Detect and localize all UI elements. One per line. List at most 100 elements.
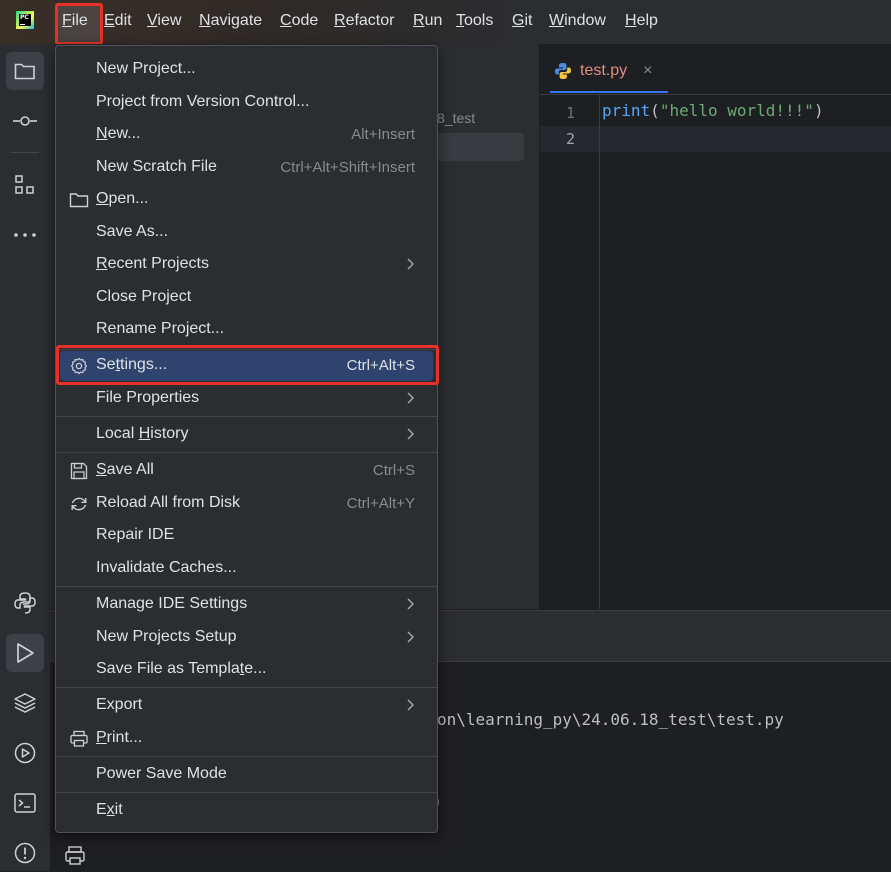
menu-item-rename-project[interactable]: Rename Project...	[60, 315, 433, 345]
chevron-right-icon	[407, 598, 414, 610]
editor-tab-test-py[interactable]: test.py ×	[554, 60, 652, 82]
line-number: 1	[565, 104, 575, 122]
chevron-right-icon	[407, 428, 414, 440]
menu-window[interactable]: Window	[549, 11, 606, 31]
printer-icon	[70, 730, 88, 747]
menu-item-new-scratch-file[interactable]: New Scratch File Ctrl+Alt+Shift+Insert	[60, 153, 433, 183]
more-dots-icon	[14, 233, 36, 237]
menu-item-manage-ide-settings[interactable]: Manage IDE Settings	[60, 590, 433, 620]
menu-item-label: Close Project	[96, 288, 192, 305]
settings-highlight-box	[56, 345, 439, 385]
menu-navigate[interactable]: Navigate	[199, 11, 262, 31]
menu-git[interactable]: Git	[512, 11, 532, 31]
menu-item-new-projects-setup[interactable]: New Projects Setup	[60, 623, 433, 653]
project-tool-button[interactable]	[6, 52, 44, 90]
menu-item-save-as[interactable]: Save As...	[60, 218, 433, 248]
menu-item-invalidate-caches[interactable]: Invalidate Caches...	[60, 554, 433, 584]
menu-item-exit[interactable]: Exit	[60, 796, 433, 826]
reload-icon	[71, 497, 87, 511]
menu-item-label: Export	[96, 696, 143, 713]
terminal-tool-button[interactable]	[6, 784, 44, 822]
pycharm-logo-icon[interactable]: PC	[16, 11, 34, 29]
menu-item-open[interactable]: Open...	[60, 185, 433, 215]
code-paren-token: )	[813, 101, 824, 120]
save-icon	[70, 462, 88, 480]
left-tool-strip	[0, 44, 51, 871]
chevron-right-icon	[407, 258, 414, 270]
terminal-icon	[14, 793, 36, 813]
menu-item-shortcut: Ctrl+Alt+Shift+Insert	[280, 159, 415, 176]
printer-icon	[65, 846, 85, 865]
menu-run[interactable]: Run	[413, 11, 442, 31]
layers-tool-button[interactable]	[6, 684, 44, 722]
menu-item-file-properties[interactable]: File Properties	[60, 384, 433, 414]
services-tool-button[interactable]	[6, 734, 44, 772]
problems-tool-button[interactable]	[6, 834, 44, 872]
menu-item-close-project[interactable]: Close Project	[60, 283, 433, 313]
menu-item-repair-ide[interactable]: Repair IDE	[60, 521, 433, 551]
menu-item-save-file-as-template[interactable]: Save File as Template...	[60, 655, 433, 685]
menu-item-label: Reload All from Disk	[96, 494, 241, 511]
python-console-button[interactable]	[6, 584, 44, 622]
layers-icon	[14, 693, 36, 713]
menu-separator	[56, 792, 437, 793]
editor-tab-label: test.py	[580, 62, 628, 79]
run-icon	[17, 643, 34, 663]
folder-icon	[69, 193, 89, 208]
close-tab-icon[interactable]: ×	[643, 62, 652, 80]
menu-separator	[56, 756, 437, 757]
menu-item-label: Manage IDE Settings	[96, 595, 248, 612]
menu-item-project-from-vcs[interactable]: Project from Version Control...	[60, 88, 433, 118]
chevron-right-icon	[407, 631, 414, 643]
menu-item-shortcut: Alt+Insert	[351, 126, 415, 143]
project-tree-selected-row[interactable]	[436, 133, 524, 161]
structure-tool-button[interactable]	[6, 166, 44, 204]
menu-refactor[interactable]: Refactor	[334, 11, 394, 31]
menu-item-shortcut: Ctrl+Alt+Y	[346, 495, 415, 512]
menu-separator	[56, 586, 437, 587]
more-tools-button[interactable]	[6, 216, 44, 254]
run-tool-button[interactable]	[6, 634, 44, 672]
line-number: 2	[565, 130, 575, 148]
menu-help[interactable]: Help	[625, 11, 658, 31]
python-file-icon	[555, 63, 571, 79]
menu-item-recent-projects[interactable]: Recent Projects	[60, 250, 433, 280]
code-paren-token: (	[650, 101, 660, 120]
menu-code[interactable]: Code	[280, 11, 318, 31]
menu-item-label: Open...	[96, 190, 149, 207]
tool-strip-separator	[11, 152, 39, 153]
menu-item-label: Exit	[96, 801, 123, 818]
menu-item-local-history[interactable]: Local History	[60, 420, 433, 450]
menu-item-new[interactable]: New... Alt+Insert	[60, 120, 433, 150]
menu-item-label: Save File as Template...	[96, 660, 267, 677]
chevron-right-icon	[407, 392, 414, 404]
menu-item-reload-all[interactable]: Reload All from Disk Ctrl+Alt+Y	[60, 489, 433, 519]
menu-item-label: Repair IDE	[96, 526, 175, 543]
menu-item-print[interactable]: Print...	[60, 724, 433, 754]
menu-item-export[interactable]: Export	[60, 691, 433, 721]
editor-area: test.py × 1 2 print("hello world!!!")	[540, 44, 891, 609]
menu-item-power-save-mode[interactable]: Power Save Mode	[60, 760, 433, 790]
code-string-token: "hello world!!!"	[659, 101, 814, 120]
menu-item-label: Save All	[96, 461, 154, 478]
menu-item-label: New...	[96, 125, 141, 142]
menu-file[interactable]: File	[62, 11, 88, 31]
commit-tool-button[interactable]	[6, 102, 44, 140]
folder-icon	[14, 63, 35, 80]
menu-item-label: File Properties	[96, 389, 200, 406]
menu-tools[interactable]: Tools	[456, 11, 493, 31]
menu-edit[interactable]: Edit	[104, 11, 132, 31]
menu-item-new-project[interactable]: New Project...	[60, 55, 433, 85]
menu-item-label: Save As...	[96, 223, 169, 240]
menu-item-label: New Scratch File	[96, 158, 217, 175]
editor-tab-bar: test.py ×	[540, 44, 891, 95]
code-line-1[interactable]: print("hello world!!!")	[602, 101, 824, 120]
console-run-path: on\learning_py\24.06.18_test\test.py	[437, 710, 784, 729]
menu-item-label: Rename Project...	[96, 320, 225, 337]
run-print-button[interactable]	[63, 845, 87, 867]
menu-item-label: Invalidate Caches...	[96, 559, 237, 576]
menu-view[interactable]: View	[147, 11, 181, 31]
menu-item-save-all[interactable]: Save All Ctrl+S	[60, 456, 433, 486]
commit-icon	[13, 116, 37, 126]
project-root-name[interactable]: 8_test	[437, 110, 475, 126]
